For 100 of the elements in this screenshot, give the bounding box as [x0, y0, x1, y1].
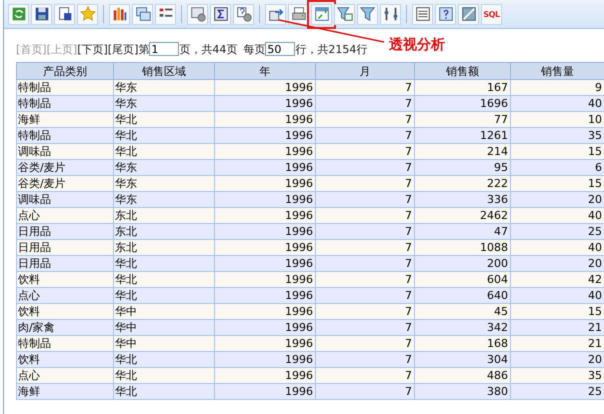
table-cell: 304: [414, 352, 510, 368]
table-cell: 华北: [114, 368, 214, 384]
column-header: 产品类别: [16, 62, 114, 80]
table-cell: 1696: [414, 96, 510, 112]
table-cell: 特制品: [16, 128, 114, 144]
row-count-text: 行，共2154行: [295, 42, 368, 56]
list-button[interactable]: [412, 4, 433, 24]
table-cell: 东北: [114, 240, 214, 256]
table-cell: 华东: [114, 160, 214, 176]
table-cell: 饮料: [16, 352, 114, 368]
table-cell: 华东: [114, 96, 214, 112]
table-cell: 华中: [114, 336, 214, 352]
bar-chart-icon: [110, 5, 128, 23]
table-cell: 20: [510, 256, 604, 272]
table-cell: 华中: [114, 304, 214, 320]
sql-button[interactable]: SQL: [481, 4, 502, 24]
table-cell: 日用品: [16, 240, 114, 256]
table-cell: 调味品: [16, 144, 114, 160]
table-cell: 1996: [214, 256, 316, 272]
table-cell: 华北: [114, 128, 214, 144]
table-cell: 1996: [214, 128, 316, 144]
table-cell: 40: [510, 288, 604, 304]
table-cell: 华北: [114, 352, 214, 368]
table-cell: 海鲜: [16, 112, 114, 128]
table-cell: 7: [316, 208, 414, 224]
table-cell: 7: [316, 176, 414, 192]
table-cell: 谷类/麦片: [16, 176, 114, 192]
list-lines-button[interactable]: [155, 4, 176, 24]
column-header: 销售量: [510, 62, 604, 80]
pivot-table-icon: [312, 5, 330, 23]
table-cell: 7: [316, 288, 414, 304]
table-cell: 1996: [214, 368, 316, 384]
table-cell: 7: [316, 320, 414, 336]
pager-link[interactable]: [下页]: [77, 42, 108, 56]
table-cell: 40: [510, 208, 604, 224]
page-size-input[interactable]: 50: [265, 42, 296, 56]
table-cell: 7: [316, 304, 414, 320]
table-cell: 42: [510, 272, 604, 288]
table-cell: 342: [414, 320, 510, 336]
table-cell: 7: [316, 384, 414, 400]
save-button[interactable]: [31, 4, 52, 24]
table-cell: 1996: [214, 320, 316, 336]
table-cell: 7: [316, 96, 414, 112]
table-cell: 25: [510, 224, 604, 240]
table-cell: 25: [510, 384, 604, 400]
table-cell: 7: [316, 256, 414, 272]
sigma-button[interactable]: [210, 4, 231, 24]
printer-icon: [290, 5, 308, 23]
refresh-button[interactable]: [8, 4, 29, 24]
table-cell: 华中: [114, 320, 214, 336]
table-cell: 华北: [114, 288, 214, 304]
help-button[interactable]: [435, 4, 456, 24]
pager-link[interactable]: [尾页]: [108, 42, 138, 56]
star-button[interactable]: [77, 4, 98, 24]
table-cell: 特制品: [16, 80, 114, 96]
table-cell: 特制品: [16, 336, 114, 352]
windows-button[interactable]: [132, 4, 153, 24]
filter-table-icon: [336, 5, 354, 23]
table-cell: 1996: [214, 384, 316, 400]
table-cell: 21: [510, 320, 604, 336]
table-cell: 1996: [214, 192, 316, 208]
table-cell: 20: [510, 352, 604, 368]
filter-button[interactable]: [357, 4, 378, 24]
table-cell: 饮料: [16, 304, 114, 320]
table-cell: 40: [510, 96, 604, 112]
table-cell: 华东: [114, 192, 214, 208]
table-cell: 华东: [114, 176, 214, 192]
table-cell: 7: [316, 368, 414, 384]
column-header: 月: [316, 62, 414, 80]
table-cell: 7: [316, 240, 414, 256]
table-cell: 21: [510, 336, 604, 352]
table-cell: 35: [510, 368, 604, 384]
table-cell: 336: [414, 192, 510, 208]
export-button[interactable]: [265, 4, 286, 24]
table-cell: 1261: [414, 128, 510, 144]
table-cell: 2462: [414, 208, 510, 224]
table-cell: 1996: [214, 336, 316, 352]
table-cell: 点心: [16, 208, 114, 224]
column-header: 年: [214, 62, 316, 80]
table-cell: 1996: [214, 176, 316, 192]
table-cell: 1996: [214, 288, 316, 304]
table-cell: 1996: [214, 304, 316, 320]
table-cell: 东北: [114, 224, 214, 240]
page-input[interactable]: 1: [149, 42, 180, 56]
table-cell: 1996: [214, 96, 316, 112]
table-cell: 饮料: [16, 272, 114, 288]
bar-chart-button[interactable]: [109, 4, 130, 24]
page-label: 第: [138, 42, 150, 56]
table-cell: 20: [510, 192, 604, 208]
save-as-button[interactable]: [54, 4, 75, 24]
page-size-label: 每页: [243, 42, 266, 56]
star-icon: [78, 5, 96, 23]
table-cell: 肉/家禽: [16, 320, 114, 336]
sigma-icon: [212, 5, 230, 23]
table-cell: 7: [316, 160, 414, 176]
filter-table-button[interactable]: [334, 4, 355, 24]
table-cell: 380: [414, 384, 510, 400]
table-cell: 1088: [414, 240, 510, 256]
table-cell: 7: [316, 144, 414, 160]
table-cell: 7: [316, 272, 414, 288]
